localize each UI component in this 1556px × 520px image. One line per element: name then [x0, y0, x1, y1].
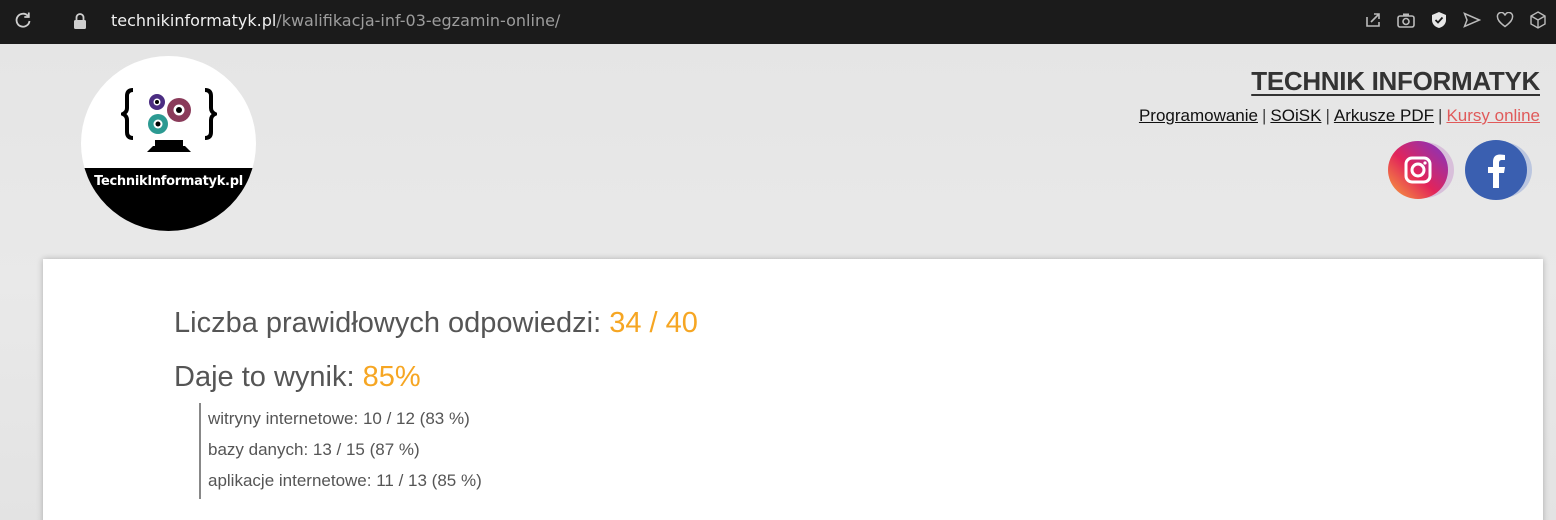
url-host: technikinformatyk.pl [111, 11, 277, 30]
nav-separator: | [1262, 106, 1267, 125]
correct-answers-value: 34 / 40 [609, 307, 698, 339]
url-path: /kwalifikacja-inf-03-egzamin-online/ [276, 11, 561, 30]
page-content: TechnikInformatyk.pl TECHNIK INFORMATYK … [0, 44, 1556, 520]
share-icon[interactable] [1363, 10, 1383, 30]
facebook-icon[interactable] [1462, 138, 1534, 202]
nav-link-soisk[interactable]: SOiSK [1270, 106, 1321, 125]
camera-icon[interactable] [1396, 10, 1416, 30]
nav-separator: | [1438, 106, 1443, 125]
correct-answers-line: Liczba prawidłowych odpowiedzi: 34 / 40 [174, 307, 698, 340]
score-breakdown: witryny internetowe: 10 / 12 (83 %) bazy… [199, 403, 482, 499]
score-line: Daje to wynik: 85% [174, 361, 421, 394]
lock-icon[interactable] [70, 10, 90, 32]
site-title[interactable]: TECHNIK INFORMATYK [1251, 66, 1540, 97]
nav-link-programowanie[interactable]: Programowanie [1139, 106, 1258, 125]
score-label: Daje to wynik: [174, 361, 355, 393]
heart-icon[interactable] [1495, 10, 1515, 30]
cube-icon[interactable] [1528, 10, 1548, 30]
logo-text: TechnikInformatyk.pl [94, 174, 243, 189]
instagram-icon[interactable] [1384, 138, 1456, 202]
shield-icon[interactable] [1429, 10, 1449, 30]
send-icon[interactable] [1462, 10, 1482, 30]
browser-toolbar: technikinformatyk.pl/kwalifikacja-inf-03… [0, 0, 1556, 44]
score-value: 85% [362, 361, 421, 393]
breakdown-item: aplikacje internetowe: 11 / 13 (85 %) [208, 471, 482, 490]
address-bar[interactable]: technikinformatyk.pl/kwalifikacja-inf-03… [111, 11, 560, 30]
main-nav: Programowanie | SOiSK | Arkusze PDF | Kursy on… [1139, 106, 1540, 126]
nav-separator: | [1325, 106, 1330, 125]
logo-gears-icon [121, 88, 217, 152]
site-logo[interactable]: TechnikInformatyk.pl [81, 56, 256, 231]
correct-answers-label: Liczba prawidłowych odpowiedzi: [174, 307, 602, 339]
nav-link-arkusze-pdf[interactable]: Arkusze PDF [1334, 106, 1434, 125]
result-card: Liczba prawidłowych odpowiedzi: 34 / 40 … [43, 259, 1543, 520]
reload-icon[interactable] [12, 9, 34, 31]
breakdown-item: bazy danych: 13 / 15 (87 %) [208, 440, 420, 459]
breakdown-item: witryny internetowe: 10 / 12 (83 %) [208, 409, 470, 428]
toolbar-icons [1363, 9, 1548, 31]
nav-link-kursy-online[interactable]: Kursy online [1446, 106, 1540, 125]
